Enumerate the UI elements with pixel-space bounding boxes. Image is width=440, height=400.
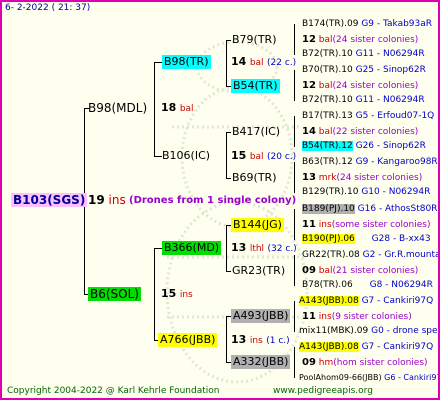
a766jbb-colony[interactable]: A766(JBB): [158, 333, 218, 347]
ancestor-generation-row: 09 hm(hom sister colonies): [302, 357, 428, 368]
mother-colony[interactable]: B6(SOL): [88, 287, 141, 301]
ancestor-generation-row: 13 mrk(24 sister colonies): [302, 172, 423, 183]
root-colony[interactable]: B103(SGS): [11, 193, 88, 207]
connector: [226, 40, 227, 86]
a332jbb-colony[interactable]: A332(JBB): [231, 355, 291, 369]
connector: [154, 248, 155, 340]
b144jg-colony[interactable]: B144(JG): [231, 218, 284, 232]
connector: [154, 156, 162, 157]
ancestor-row[interactable]: B70(TR).10 G25 - Sinop62R: [302, 65, 426, 76]
mother-generation: 15 ins: [161, 287, 193, 300]
b106ic-generation: 15 bal (20 c.): [231, 149, 297, 162]
ancestor-row[interactable]: B63(TR).12 G9 - Kangaroo98R: [302, 157, 438, 168]
ancestor-row[interactable]: A143(JBB).08 G7 - Cankiri97Q: [299, 296, 433, 307]
ancestor-row[interactable]: B129(TR).10 G10 - N06294R: [302, 187, 430, 198]
ancestor-row[interactable]: PoolAhom09-66(JBB) G6 - Cankiri97Q: [299, 372, 438, 383]
connector: [154, 62, 155, 156]
connector: [294, 162, 295, 193]
ancestor-row[interactable]: B189(PJ).10 G16 - AthosSt80R: [302, 204, 437, 215]
connector: [226, 271, 231, 272]
b366md-colony[interactable]: B366(MD): [162, 241, 222, 255]
connector: [294, 347, 295, 378]
connector: [294, 209, 295, 240]
ancestor-row[interactable]: B54(TR).12 G26 - Sinop62R: [302, 141, 426, 152]
b366md-generation: 13 lthl (32 c.): [231, 241, 297, 254]
connector: [226, 178, 231, 179]
ancestor-generation-row: 09 bal(21 sister colonies): [302, 265, 419, 276]
pedigree-frame: 6- 2-2022 ( 21: 37) B103(SGS) 19 ins (Dr…: [0, 0, 440, 400]
b69tr-colony[interactable]: B69(TR): [232, 171, 277, 185]
b98tr-generation: 14 bal (22 c.): [231, 55, 297, 68]
connector: [226, 225, 227, 271]
date-stamp: 6- 2-2022 ( 21: 37): [5, 3, 91, 13]
connector: [226, 132, 231, 133]
father-colony[interactable]: B98(MDL): [88, 101, 147, 115]
connector: [226, 316, 227, 362]
ancestor-generation-row: 14 bal(22 sister colonies): [302, 126, 419, 137]
ancestor-row[interactable]: B174(TR).09 G9 - Takab93aR: [302, 19, 432, 30]
a493jbb-colony[interactable]: A493(JBB): [231, 309, 291, 323]
father-generation: 18 bal: [161, 101, 194, 114]
connector: [226, 132, 227, 178]
gr23tr-colony[interactable]: GR23(TR): [232, 264, 285, 278]
b417ic-colony[interactable]: B417(IC): [232, 125, 280, 139]
ancestor-row[interactable]: B72(TR).10 G11 - N06294R: [302, 49, 425, 60]
copyright-text: Copyright 2004-2022 @ Karl Kehrle Founda…: [7, 386, 220, 396]
connector: [294, 301, 295, 332]
connector: [154, 62, 162, 63]
ancestor-row[interactable]: B72(TR).10 G11 - N06294R: [302, 95, 425, 106]
ancestor-generation-row: 12 bal(24 sister colonies): [302, 80, 419, 91]
ancestor-row[interactable]: mix11(MBK).09 G0 - drone sperm: [299, 326, 438, 337]
b106ic-colony[interactable]: B106(IC): [162, 149, 210, 163]
ancestor-generation-row: 12 bal(24 sister colonies): [302, 34, 419, 45]
connector: [154, 248, 162, 249]
ancestor-row[interactable]: B190(PJ).06 G28 - B-xx43: [302, 234, 431, 245]
connector: [294, 255, 295, 286]
b54tr-colony[interactable]: B54(TR): [231, 79, 280, 93]
website-link[interactable]: www.pedigreeapis.org: [273, 386, 373, 397]
ancestor-generation-row: 11 ins(9 sister colonies): [302, 311, 412, 322]
root-note: (Drones from 1 single colony): [129, 195, 297, 206]
connector: [226, 40, 231, 41]
ancestor-generation-row: 11 ins(some sister colonies): [302, 219, 431, 230]
ancestor-row[interactable]: A143(JBB).08 G7 - Cankiri97Q: [299, 342, 433, 353]
root-generation: 19 ins: [88, 193, 126, 207]
b98tr-colony[interactable]: B98(TR): [162, 55, 211, 69]
connector: [294, 24, 295, 55]
a766jbb-generation: 13 ins (1 c.): [231, 333, 290, 346]
connector: [294, 116, 295, 147]
ancestor-row[interactable]: B78(TR).06 G8 - N06294R: [302, 280, 433, 291]
connector: [294, 70, 295, 101]
ancestor-row[interactable]: GR22(TR).08 G2 - Gr.R.mounta: [302, 250, 438, 261]
b79tr-colony[interactable]: B79(TR): [232, 33, 277, 47]
ancestor-row[interactable]: B17(TR).13 G5 - Erfoud07-1Q: [302, 111, 434, 122]
